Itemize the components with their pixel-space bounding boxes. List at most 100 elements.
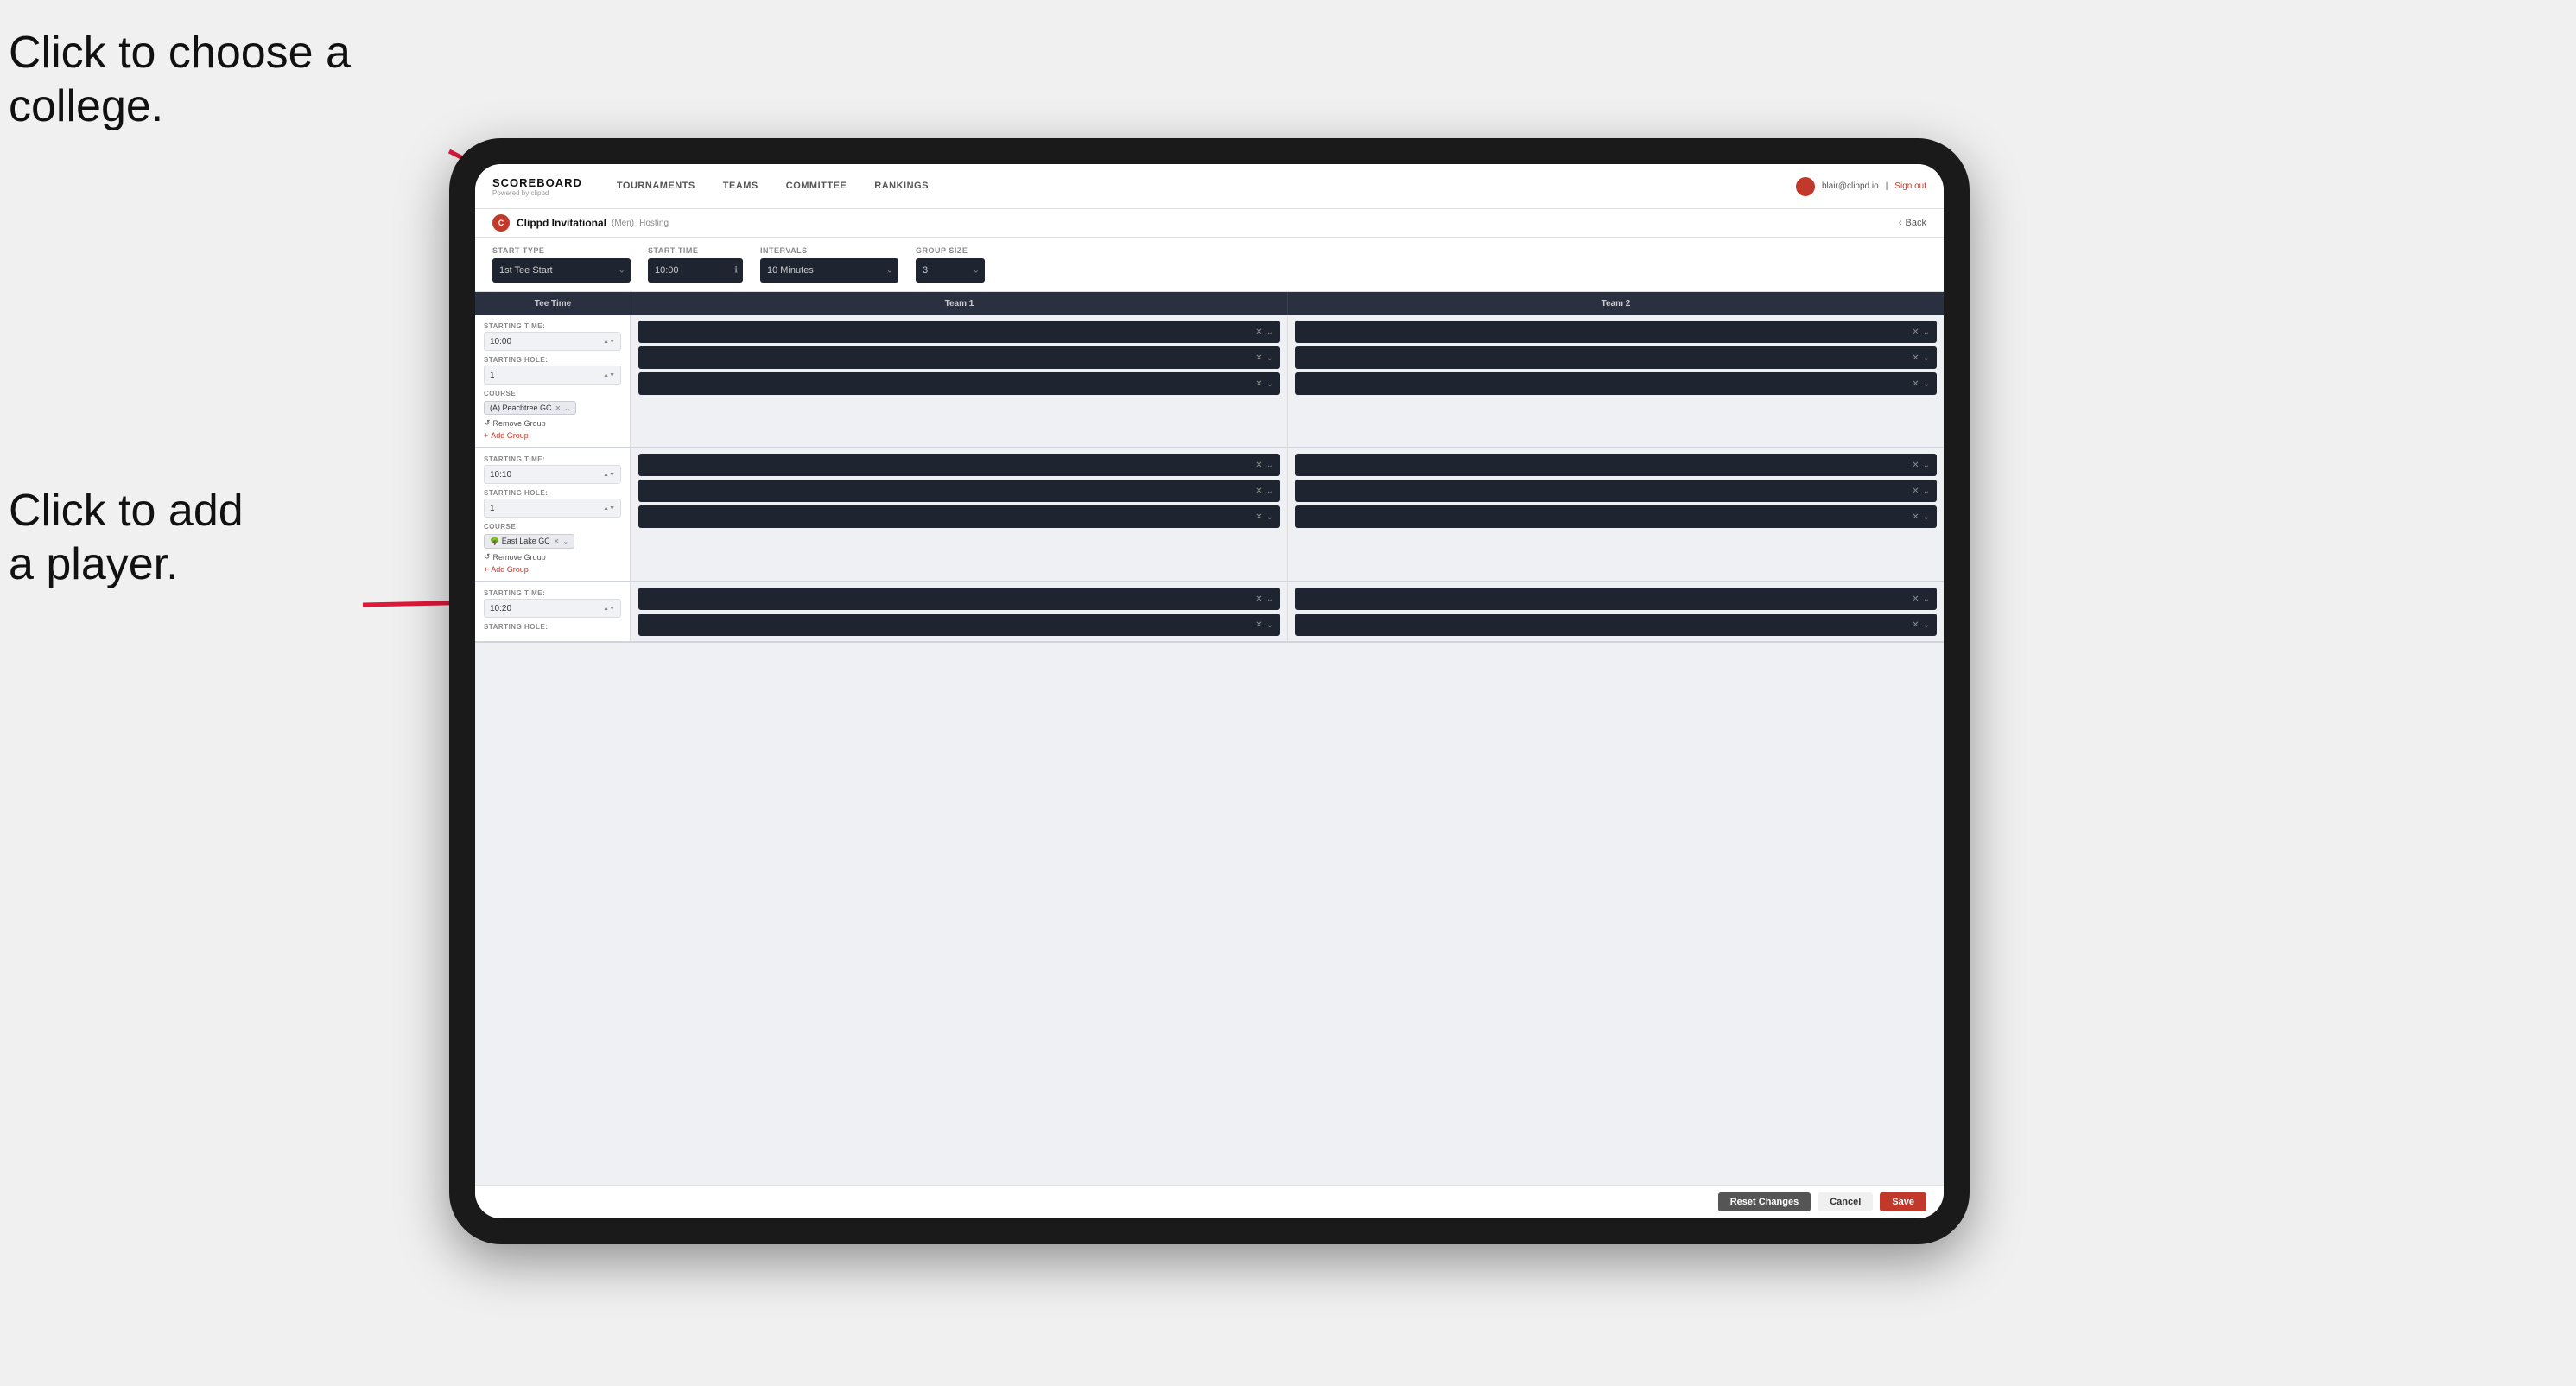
tee-row-1: STARTING TIME: 10:00 ▲▼ STARTING HOLE: 1… [475, 315, 1944, 448]
start-type-select-wrap: 1st Tee Start [492, 258, 631, 283]
slot-v-btn-3[interactable]: ⌄ [1266, 379, 1273, 389]
slot-t2r1s2-v[interactable]: ⌄ [1923, 353, 1930, 363]
starting-time-label-3: STARTING TIME: [484, 589, 621, 597]
slot-t2r1s1-x[interactable]: ✕ [1912, 327, 1919, 337]
slot-t2r1s1-v[interactable]: ⌄ [1923, 327, 1930, 337]
course-remove-2[interactable]: ✕ [554, 537, 560, 545]
group-size-label: Group Size [916, 246, 985, 255]
slot-t2r1s3-x[interactable]: ✕ [1912, 379, 1919, 389]
player-slot-t2r1s1[interactable]: ✕ ⌄ [1295, 321, 1937, 343]
slot-controls-t1r1s1: ✕ ⌄ [1255, 327, 1273, 337]
start-type-group: Start Type 1st Tee Start [492, 246, 631, 283]
tournament-gender: (Men) [612, 219, 634, 228]
slot-controls-t1r1s3: ✕ ⌄ [1255, 379, 1273, 389]
starting-hole-input-2[interactable]: 1 ▲▼ [484, 499, 621, 518]
slot-x-btn[interactable]: ✕ [1255, 327, 1262, 337]
hole-stepper-1[interactable]: ▲▼ [603, 372, 615, 378]
remove-group-1[interactable]: ↺ Remove Group [484, 418, 621, 428]
form-controls-row: Start Type 1st Tee Start Start Time 10:0… [475, 238, 1944, 292]
team1-col-1: ✕ ⌄ ✕ ⌄ ✕ [631, 315, 1287, 447]
starting-time-input-1[interactable]: 10:00 ▲▼ [484, 332, 621, 351]
player-slot-t2r2s1[interactable]: ✕ ⌄ [1295, 454, 1937, 476]
reset-button[interactable]: Reset Changes [1718, 1192, 1811, 1211]
remove-group-2[interactable]: ↺ Remove Group [484, 552, 621, 562]
nav-tab-rankings[interactable]: RANKINGS [860, 164, 942, 209]
nav-tab-committee[interactable]: COMMITTEE [772, 164, 861, 209]
start-time-group: Start Time 10:00 ℹ [648, 246, 743, 283]
player-slot-t2r1s2[interactable]: ✕ ⌄ [1295, 346, 1937, 369]
start-time-input-wrap: 10:00 ℹ [648, 258, 743, 283]
course-chip-2[interactable]: 🌳 East Lake GC ✕ ⌄ [484, 534, 574, 549]
slot-v-btn[interactable]: ⌄ [1266, 327, 1273, 337]
player-slot-t2r3s1[interactable]: ✕ ⌄ [1295, 588, 1937, 610]
nav-tabs: TOURNAMENTS TEAMS COMMITTEE RANKINGS [603, 164, 1796, 209]
tee-row-1-left: STARTING TIME: 10:00 ▲▼ STARTING HOLE: 1… [475, 315, 631, 447]
sign-out-link[interactable]: Sign out [1894, 181, 1926, 191]
player-slot-t1r1s2[interactable]: ✕ ⌄ [638, 346, 1280, 369]
course-label-1: COURSE: [484, 390, 621, 397]
starting-time-input-3[interactable]: 10:20 ▲▼ [484, 599, 621, 618]
back-button[interactable]: ‹ Back [1899, 218, 1926, 228]
app-header: SCOREBOARD Powered by clippd TOURNAMENTS… [475, 164, 1944, 209]
user-avatar [1796, 177, 1815, 196]
intervals-select-wrap: 10 Minutes [760, 258, 898, 283]
team2-col-1: ✕ ⌄ ✕ ⌄ ✕ [1287, 315, 1944, 447]
time-stepper-3[interactable]: ▲▼ [603, 606, 615, 612]
player-slot-t1r3s2[interactable]: ✕ ⌄ [638, 614, 1280, 636]
nav-tab-teams[interactable]: TEAMS [709, 164, 772, 209]
start-time-input[interactable]: 10:00 ℹ [648, 258, 743, 283]
course-edit-1[interactable]: ⌄ [564, 404, 570, 412]
th-tee-time: Tee Time [475, 292, 631, 315]
course-remove-1[interactable]: ✕ [555, 404, 562, 412]
player-slot-t1r2s1[interactable]: ✕ ⌄ [638, 454, 1280, 476]
add-group-1[interactable]: + Add Group [484, 431, 621, 440]
tablet-screen: SCOREBOARD Powered by clippd TOURNAMENTS… [475, 164, 1944, 1218]
intervals-label: Intervals [760, 246, 898, 255]
hole-stepper-2[interactable]: ▲▼ [603, 505, 615, 512]
start-type-select[interactable]: 1st Tee Start [492, 258, 631, 283]
group-size-select[interactable]: 3 [916, 258, 985, 283]
intervals-group: Intervals 10 Minutes [760, 246, 898, 283]
table-header: Tee Time Team 1 Team 2 [475, 292, 1944, 315]
slot-x-btn-3[interactable]: ✕ [1255, 379, 1262, 389]
brand: SCOREBOARD Powered by clippd [492, 176, 582, 197]
add-group-2[interactable]: + Add Group [484, 565, 621, 574]
player-slot-t1r1s3[interactable]: ✕ ⌄ [638, 372, 1280, 395]
slot-t2r1s2-x[interactable]: ✕ [1912, 353, 1919, 363]
clippd-icon: C [492, 214, 510, 232]
player-slot-t2r2s2[interactable]: ✕ ⌄ [1295, 480, 1937, 502]
team1-col-2: ✕ ⌄ ✕ ⌄ ✕ [631, 448, 1287, 581]
slot-x-btn-2[interactable]: ✕ [1255, 353, 1262, 363]
start-time-label: Start Time [648, 246, 743, 255]
player-slot-t2r2s3[interactable]: ✕ ⌄ [1295, 505, 1937, 528]
player-slot-t1r2s3[interactable]: ✕ ⌄ [638, 505, 1280, 528]
time-stepper-1[interactable]: ▲▼ [603, 339, 615, 345]
hosting-badge: Hosting [639, 219, 669, 228]
player-slot-t1r3s1[interactable]: ✕ ⌄ [638, 588, 1280, 610]
course-chip-1[interactable]: (A) Peachtree GC ✕ ⌄ [484, 401, 576, 415]
main-content: STARTING TIME: 10:00 ▲▼ STARTING HOLE: 1… [475, 315, 1944, 1185]
slot-v-btn-2[interactable]: ⌄ [1266, 353, 1273, 363]
group-size-select-wrap: 3 [916, 258, 985, 283]
th-team2: Team 2 [1287, 292, 1944, 315]
player-slot-t1r2s2[interactable]: ✕ ⌄ [638, 480, 1280, 502]
cancel-button[interactable]: Cancel [1818, 1192, 1873, 1211]
tournament-title: Clippd Invitational [517, 217, 606, 229]
starting-time-label-1: STARTING TIME: [484, 322, 621, 330]
annotation-add-player: Click to add a player. [9, 484, 244, 592]
intervals-select[interactable]: 10 Minutes [760, 258, 898, 283]
starting-time-input-2[interactable]: 10:10 ▲▼ [484, 465, 621, 484]
course-label-2: COURSE: [484, 523, 621, 531]
time-stepper-2[interactable]: ▲▼ [603, 472, 615, 478]
starting-hole-label-3: STARTING HOLE: [484, 623, 621, 631]
player-slot-t2r3s2[interactable]: ✕ ⌄ [1295, 614, 1937, 636]
nav-tab-tournaments[interactable]: TOURNAMENTS [603, 164, 709, 209]
course-edit-2[interactable]: ⌄ [562, 537, 568, 545]
tee-row-2-left: STARTING TIME: 10:10 ▲▼ STARTING HOLE: 1… [475, 448, 631, 581]
starting-hole-input-1[interactable]: 1 ▲▼ [484, 366, 621, 385]
group-size-group: Group Size 3 [916, 246, 985, 283]
player-slot-t1r1s1[interactable]: ✕ ⌄ [638, 321, 1280, 343]
slot-t2r1s3-v[interactable]: ⌄ [1923, 379, 1930, 389]
save-button[interactable]: Save [1880, 1192, 1926, 1211]
player-slot-t2r1s3[interactable]: ✕ ⌄ [1295, 372, 1937, 395]
